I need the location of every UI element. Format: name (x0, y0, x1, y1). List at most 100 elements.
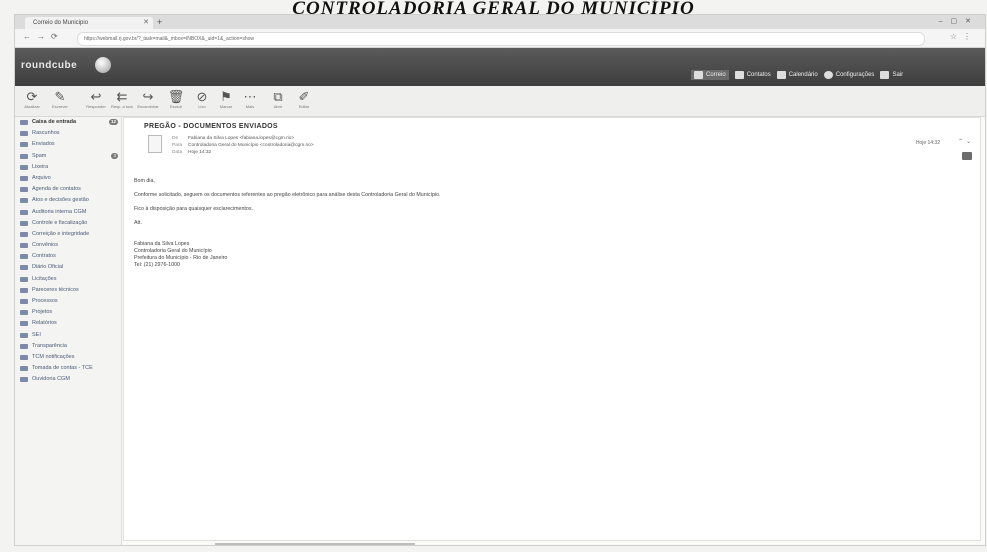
folder-label: Agenda de contatos (32, 186, 81, 193)
trash-button[interactable]: 🗑 Excluir (165, 89, 187, 113)
folder-icon (20, 343, 28, 349)
header-actions-icon[interactable]: ⌃⌄ (958, 138, 974, 145)
folder-item[interactable]: Rascunhos (15, 128, 121, 139)
body-line (134, 213, 441, 220)
folder-item[interactable]: Ouvidoria CGM (15, 374, 121, 385)
folder-label: Convênios (32, 242, 58, 249)
folder-item[interactable]: Atos e decisões gestão (15, 195, 121, 206)
junk-button[interactable]: ⊘ Lixo (191, 89, 213, 113)
folder-item[interactable]: Agenda de contatos (15, 184, 121, 195)
body-line (134, 199, 441, 206)
reply-all-button[interactable]: ⇇Resp. a todos (111, 89, 133, 113)
toolbar-label: Excluir (169, 104, 182, 109)
browser-tab[interactable]: Correio do Municipio ✕ (25, 17, 153, 29)
folder-item[interactable]: Correição e integridade (15, 229, 121, 240)
folder-item[interactable]: Tomada de contas - TCE (15, 363, 121, 374)
refresh-icon: ⟳ (26, 89, 38, 104)
mail-toolbar: ⟳ Atualizar ✎ Escrever ↩ Responder ⇇ Resp. a to… (15, 86, 985, 117)
folder-icon (20, 120, 28, 125)
folder-item[interactable]: Relatórios (15, 318, 121, 329)
topnav-gear[interactable]: Configurações (823, 71, 875, 79)
folder-item[interactable]: Enviados (15, 139, 121, 150)
folder-item[interactable]: Processos (15, 296, 121, 307)
close-tab-icon[interactable]: ✕ (143, 17, 149, 29)
view-toggle-icon[interactable] (962, 152, 972, 160)
folder-icon (20, 366, 28, 372)
body-line: Fico à disposição para quaisquer esclare… (134, 206, 253, 212)
reply-icon: ↩ (90, 89, 102, 104)
topnav-label: Calendário (788, 72, 818, 78)
toolbar-label: Mais (245, 104, 255, 109)
folder-item[interactable]: Contratos (15, 251, 121, 262)
to-value[interactable]: Controladoria Geral do Município <contro… (188, 143, 314, 148)
body-line: Controladoria Geral do Município (134, 248, 212, 254)
folder-icon (20, 209, 28, 215)
folder-item[interactable]: Transparência (15, 341, 121, 352)
body-line: Conforme solicitado, seguem os documento… (134, 192, 441, 198)
topnav-contacts[interactable]: Contatos (734, 71, 771, 79)
folder-item[interactable]: Projetos (15, 307, 121, 318)
toolbar-label: Encaminhar (137, 104, 159, 109)
folder-label: Arquivo (32, 174, 51, 181)
open-button[interactable]: ⧉ Abrir (267, 89, 289, 113)
more-button[interactable]: ⋯ Mais (239, 89, 261, 113)
folder-label: SEI (32, 331, 41, 338)
forward-button[interactable]: ↪ Encaminhar (137, 89, 159, 113)
refresh-button[interactable]: ⟳ Atualizar (21, 89, 43, 113)
folder-label: Caixa de entrada (32, 119, 77, 125)
header-date: Data Hoje 14:32 (172, 150, 211, 155)
toolbar-label: Escrever (52, 104, 68, 109)
topnav-mail[interactable]: Correio (691, 70, 729, 80)
nav-buttons[interactable]: ←→⟳ (23, 32, 64, 41)
topnav-logout[interactable]: Sair (880, 71, 903, 79)
header-to: Para Controladoria Geral do Município <co… (172, 143, 314, 148)
folder-item[interactable]: Arquivo (15, 173, 121, 184)
new-tab-icon[interactable]: + (157, 17, 162, 27)
message-view: PREGÃO - DOCUMENTOS ENVIADOS De Fabiana d… (123, 117, 981, 541)
folder-label: Licitações (32, 275, 57, 282)
folder-item[interactable]: Auditoria interna CGM (15, 207, 121, 218)
header-from: De Fabiana da Silva Lopes <fabiana.lopes@… (172, 136, 294, 141)
folder-item[interactable]: SEI (15, 330, 121, 341)
date-label: Data (172, 150, 183, 155)
folder-label: Projetos (32, 309, 53, 316)
folder-label: Contratos (32, 253, 56, 260)
topnav-label: Configurações (835, 72, 875, 78)
folder-item[interactable]: Lixeira (15, 162, 121, 173)
contact-photo (148, 135, 162, 153)
folder-icon (20, 354, 28, 360)
topnav-calendar[interactable]: Calendário (776, 71, 818, 79)
reply-button[interactable]: ↩ Responder (85, 89, 107, 113)
folder-label: Correição e integridade (32, 230, 90, 237)
app-header: roundcube Correio Contatos Calendário Confi… (15, 48, 985, 86)
compose-button[interactable]: ✎ Escrever (49, 89, 71, 113)
folder-icon (20, 153, 28, 159)
folder-icon (20, 299, 28, 304)
window-controls[interactable]: –▢✕ (939, 17, 979, 25)
flag-button[interactable]: ⚑ Marcar (215, 89, 237, 113)
folder-item[interactable]: Controle e fiscalização (15, 218, 121, 229)
folder-item[interactable]: Spam 3 (15, 151, 121, 162)
app-logo: roundcube (21, 60, 78, 71)
forward-icon: ↪ (142, 89, 154, 104)
folder-item[interactable]: TCM notificações (15, 352, 121, 363)
edit-button[interactable]: ✐ Editar (293, 89, 315, 113)
edit-icon: ✐ (298, 89, 310, 104)
star-icon[interactable]: ☆⋮ (950, 32, 977, 41)
folder-item[interactable]: Pareceres técnicos (15, 285, 121, 296)
unread-count-badge: 3 (111, 152, 118, 159)
folder-item[interactable]: Caixa de entrada 12 (15, 117, 121, 128)
folder-icon (20, 142, 28, 148)
folder-label: Transparência (32, 342, 67, 349)
toolbar-label: Atualizar (24, 104, 40, 109)
toolbar-label: Responder (86, 104, 106, 109)
mail-icon (694, 71, 703, 79)
folder-item[interactable]: Diário Oficial (15, 262, 121, 273)
compose-icon: ✎ (54, 89, 66, 104)
folder-item[interactable]: Licitações (15, 274, 121, 285)
address-bar[interactable]: https://webmail.rj.gov.br/?_task=mail&_m… (77, 32, 925, 46)
folder-icon (20, 332, 28, 338)
from-value[interactable]: Fabiana da Silva Lopes <fabiana.lopes@cg… (188, 136, 294, 141)
folder-label: Enviados (32, 141, 55, 148)
folder-item[interactable]: Convênios (15, 240, 121, 251)
